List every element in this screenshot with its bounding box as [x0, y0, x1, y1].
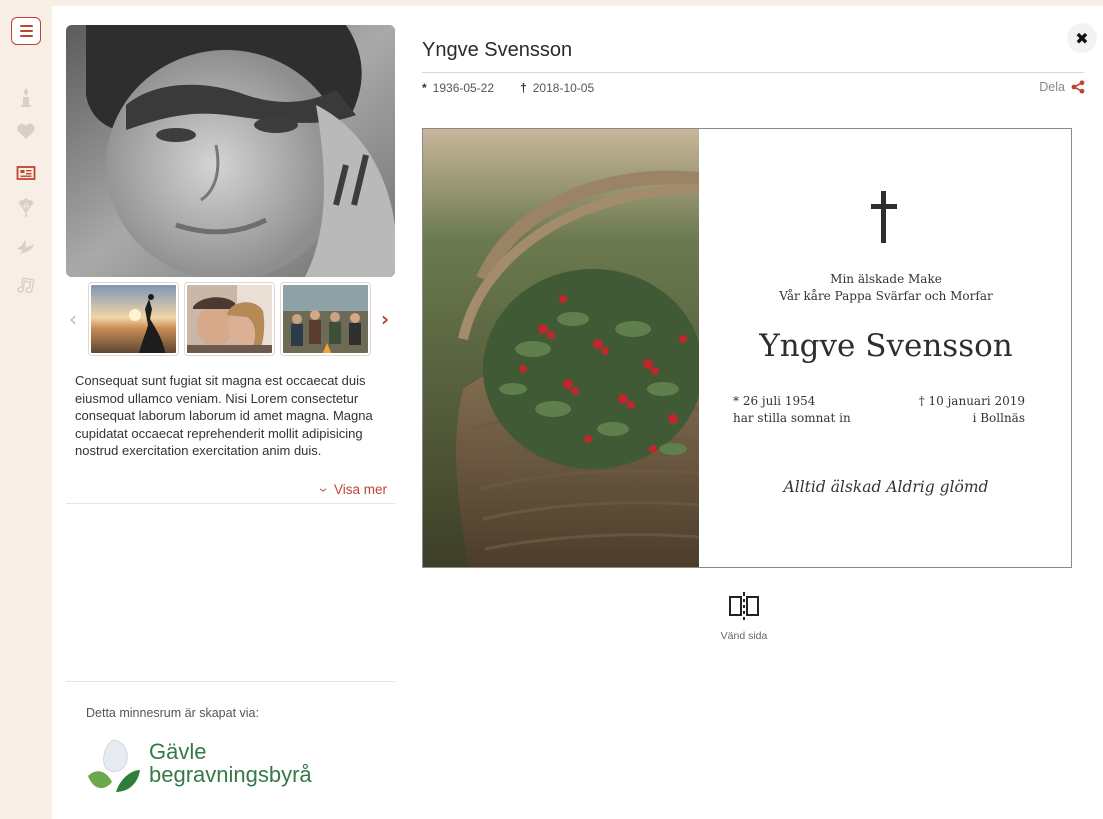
title-divider	[422, 72, 1084, 73]
obituary-icon[interactable]	[11, 160, 41, 186]
birth-date: * 1936-05-22	[422, 81, 494, 95]
death-date: † 2018-10-05	[520, 81, 594, 95]
heart-icon[interactable]	[11, 118, 41, 144]
announcement-motto: Alltid älskad Aldrig glömd	[783, 478, 989, 496]
sidebar	[0, 0, 52, 819]
announcement-line2: Vår kåre Pappa Svärfar och Morfar	[779, 289, 993, 303]
close-button[interactable]: ✖	[1067, 23, 1097, 53]
dove-icon[interactable]	[11, 234, 41, 260]
agency-name-line1: Gävle	[149, 739, 207, 764]
announcement-death: † 10 januari 2019 i Bollnäs	[919, 393, 1025, 427]
candle-icon[interactable]	[11, 84, 41, 110]
lingonberry-basket-photo	[423, 129, 699, 567]
life-dates: * 1936-05-22 † 2018-10-05	[422, 81, 594, 95]
flip-page-button[interactable]: Vänd sida	[716, 590, 772, 642]
announcement-name: Yngve Svensson	[759, 328, 1013, 364]
share-label: Dela	[1039, 80, 1065, 94]
birth-line2: har stilla somnat in	[733, 411, 851, 425]
birth-symbol: *	[422, 81, 427, 95]
show-more-button[interactable]: ›Visa mer	[287, 482, 387, 497]
death-line1: † 10 januari 2019	[918, 394, 1025, 408]
gallery-thumb[interactable]	[89, 283, 178, 355]
birth-date-value: 1936-05-22	[432, 81, 495, 95]
death-symbol: †	[520, 81, 527, 95]
announcement-line1: Min älskade Make	[830, 272, 942, 286]
bio-text: Consequat sunt fugiat sit magna est occa…	[75, 373, 373, 458]
divider	[66, 503, 395, 504]
snowdrop-logo-icon	[88, 739, 140, 792]
page-title: Yngve Svensson	[422, 39, 573, 61]
birth-line1: * 26 juli 1954	[733, 394, 816, 408]
obituary-text-panel: Min älskade Make Vår kåre Pappa Svärfar …	[699, 129, 1071, 567]
flip-page-label: Vänd sida	[720, 630, 768, 642]
obituary-card: Min älskade Make Vår kåre Pappa Svärfar …	[422, 128, 1072, 568]
death-date-value: 2018-10-05	[532, 81, 595, 95]
gallery-prev-button[interactable]: ‹	[66, 306, 80, 332]
share-button[interactable]: Dela	[1039, 80, 1085, 94]
announcement-birth: * 26 juli 1954 har stilla somnat in	[733, 393, 851, 427]
gallery-thumb[interactable]	[281, 283, 370, 355]
agency-logo[interactable]: Gävle begravningsbyrå	[84, 734, 324, 796]
menu-icon[interactable]	[11, 17, 41, 45]
divider	[66, 681, 395, 682]
music-icon[interactable]	[11, 272, 41, 298]
open-book-icon	[729, 592, 759, 620]
gallery-thumb[interactable]	[185, 283, 274, 355]
portrait-photo	[66, 25, 395, 277]
cross-icon	[871, 191, 897, 243]
share-icon	[1071, 80, 1085, 94]
show-more-label: Visa mer	[333, 482, 387, 497]
memorial-page: ‹ › Consequat sunt fugiat sit magna est …	[52, 6, 1103, 819]
chevron-down-icon: ›	[314, 488, 334, 492]
close-icon: ✖	[1075, 28, 1089, 48]
flowers-icon[interactable]	[11, 195, 41, 221]
created-via-label: Detta minnesrum är skapat via:	[86, 706, 259, 720]
agency-name-line2: begravningsbyrå	[149, 762, 312, 787]
gallery-next-button[interactable]: ›	[378, 306, 392, 332]
death-line2: i Bollnäs	[972, 411, 1025, 425]
